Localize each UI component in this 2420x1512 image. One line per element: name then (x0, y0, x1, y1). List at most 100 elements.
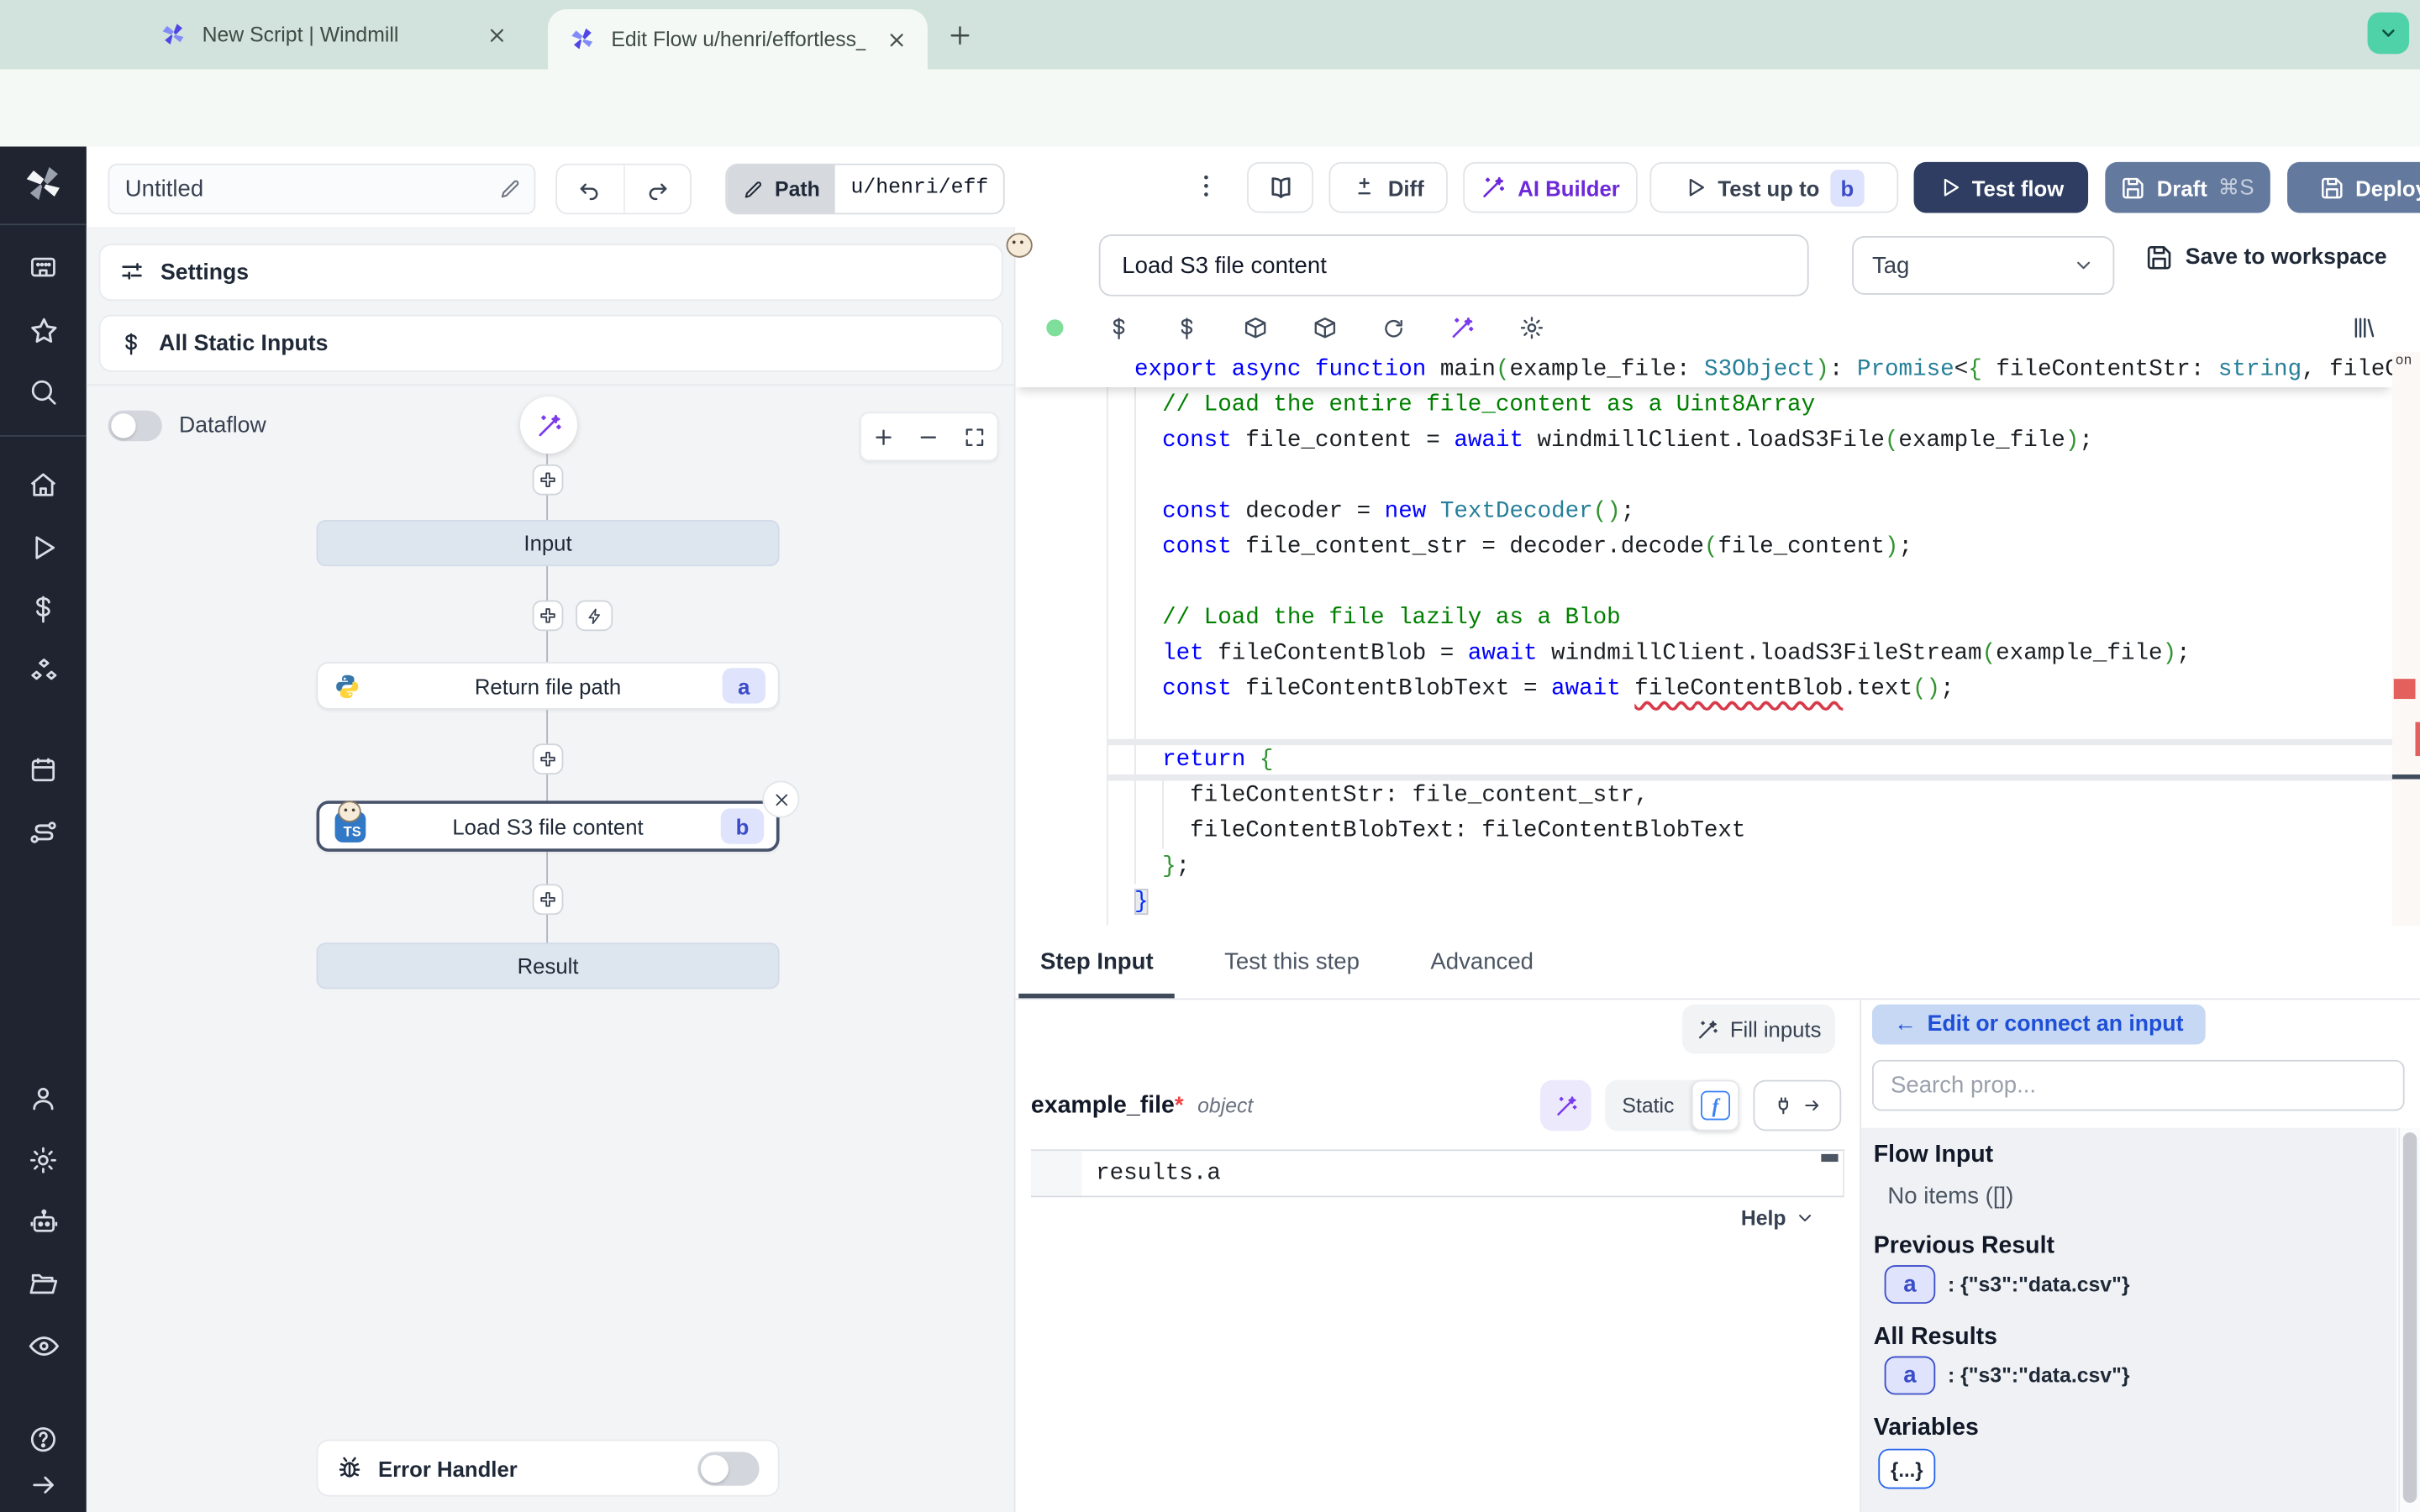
expression-scrollbar[interactable] (1821, 1154, 1838, 1162)
windmill-logo[interactable] (23, 164, 65, 206)
more-options-icon[interactable] (1192, 171, 1221, 201)
audit-eye-icon[interactable] (15, 1315, 71, 1376)
new-tab-button[interactable] (941, 17, 978, 54)
tab-search-button[interactable] (2368, 13, 2410, 55)
all-static-inputs-row[interactable]: All Static Inputs (99, 315, 1003, 372)
panel-scrollbar[interactable] (2398, 1128, 2420, 1512)
variables-dollar-icon[interactable] (1107, 316, 1131, 340)
code-line[interactable]: const file_content = await windmillClien… (1016, 423, 2392, 458)
expression-value[interactable]: results.a (1082, 1151, 1221, 1195)
fill-inputs-button[interactable]: Fill inputs (1682, 1005, 1835, 1054)
browser-tab-edit-flow[interactable]: Edit Flow u/henri/effortless_fl (548, 9, 928, 70)
tab-close-icon[interactable] (881, 24, 913, 55)
folders-icon[interactable] (15, 1252, 71, 1314)
tag-select[interactable]: Tag (1852, 236, 2114, 295)
deploy-button[interactable]: Deploy (2287, 162, 2420, 213)
apps-icon[interactable] (15, 238, 71, 299)
edit-or-connect-button[interactable]: ← Edit or connect an input (1872, 1005, 2206, 1045)
expression-editor[interactable]: results.a (1031, 1149, 1844, 1197)
save-to-workspace-button[interactable]: Save to workspace (2145, 244, 2387, 271)
reset-icon[interactable] (1381, 316, 1406, 340)
zoom-in-icon[interactable] (872, 425, 896, 449)
fit-view-icon[interactable] (963, 425, 986, 449)
flow-name-input[interactable] (109, 176, 498, 202)
add-step-button[interactable] (533, 465, 564, 496)
draft-button[interactable]: Draft ⌘S (2105, 162, 2270, 213)
resources-cubes-icon[interactable] (15, 640, 71, 701)
schedules-calendar-icon[interactable] (15, 739, 71, 801)
editor-settings-gear-icon[interactable] (1518, 315, 1544, 341)
previous-result-value[interactable]: : {"s3":"data.csv"} (1948, 1273, 2130, 1296)
code-line[interactable] (1016, 706, 2392, 742)
code-line[interactable] (1016, 459, 2392, 494)
code-line[interactable]: }; (1016, 848, 2392, 884)
flow-name-field[interactable] (108, 164, 536, 215)
flow-settings-row[interactable]: Settings (99, 244, 1003, 301)
add-trigger-button[interactable] (576, 600, 613, 631)
dataflow-toggle[interactable] (108, 411, 162, 442)
search-prop-field[interactable] (1872, 1060, 2405, 1111)
library-icon[interactable] (2350, 315, 2376, 341)
ai-builder-button[interactable]: AI Builder (1463, 162, 1638, 213)
input-node[interactable]: Input (317, 520, 780, 566)
step-name-field[interactable] (1099, 234, 1809, 296)
code-editor[interactable]: export async function main(example_file:… (1016, 352, 2420, 926)
package-icon[interactable] (1312, 315, 1338, 341)
path-value[interactable]: u/henri/eff (835, 165, 1003, 213)
tab-test-this-step[interactable]: Test this step (1200, 926, 1385, 998)
result-badge-a[interactable]: a (1885, 1265, 1936, 1304)
docs-button[interactable] (1247, 162, 1313, 213)
tab-advanced[interactable]: Advanced (1406, 926, 1558, 998)
remove-step-button[interactable] (762, 780, 799, 817)
code-line[interactable]: fileContentStr: file_content_str, (1016, 778, 2392, 813)
code-line[interactable] (1016, 564, 2392, 600)
settings-gear-icon[interactable] (15, 1129, 71, 1190)
diff-button[interactable]: Diff (1328, 162, 1447, 213)
scrollbar-thumb[interactable] (2403, 1132, 2417, 1503)
result-node[interactable]: Result (317, 942, 780, 989)
minimap[interactable]: on (2392, 352, 2420, 926)
code-line[interactable]: const fileContentBlobText = await fileCo… (1016, 671, 2392, 706)
resources-dollar-icon[interactable] (1175, 316, 1199, 340)
ai-fill-argument-button[interactable] (1540, 1080, 1591, 1131)
redo-button[interactable] (623, 165, 690, 213)
workers-robot-icon[interactable] (15, 1191, 71, 1252)
add-step-button[interactable] (533, 884, 564, 915)
error-handler-row[interactable]: Error Handler (317, 1440, 780, 1497)
home-icon[interactable] (15, 455, 71, 517)
all-results-value[interactable]: : {"s3":"data.csv"} (1948, 1364, 2130, 1388)
step-a-node[interactable]: Return file path a (317, 662, 780, 710)
variables-badge[interactable]: {...} (1878, 1449, 1935, 1489)
test-flow-button[interactable]: Test flow (1914, 162, 2089, 213)
code-line[interactable]: return { (1016, 742, 2392, 777)
result-badge-a[interactable]: a (1885, 1356, 1936, 1394)
search-prop-input[interactable] (1874, 1073, 2403, 1099)
error-handler-toggle[interactable] (697, 1451, 759, 1484)
tab-step-input[interactable]: Step Input (1016, 926, 1178, 998)
code-line[interactable]: let fileContentBlob = await windmillClie… (1016, 636, 2392, 671)
favorites-star-icon[interactable] (15, 299, 71, 360)
static-toggle-group[interactable]: Static f (1605, 1080, 1738, 1131)
add-step-button[interactable] (533, 600, 564, 631)
collapse-arrow-icon[interactable] (15, 1462, 71, 1505)
ai-wand-icon[interactable] (1449, 315, 1476, 341)
zoom-out-icon[interactable] (918, 425, 941, 449)
browser-tab-new-script[interactable]: New Script | Windmill (139, 0, 528, 70)
runs-play-icon[interactable] (15, 517, 71, 578)
minimap-slider[interactable] (2392, 774, 2420, 780)
step-b-node-selected[interactable]: TS Load S3 file content b (317, 801, 780, 852)
javascript-expression-toggle[interactable]: f (1691, 1080, 1739, 1131)
test-up-to-button[interactable]: Test up to b (1649, 162, 1898, 213)
tab-close-icon[interactable] (481, 19, 513, 50)
undo-button[interactable] (557, 165, 623, 213)
help-icon[interactable] (15, 1416, 71, 1462)
code-line[interactable]: // Load the file lazily as a Blob (1016, 600, 2392, 635)
package-icon[interactable] (1243, 315, 1269, 341)
code-line[interactable]: } (1016, 884, 2392, 919)
help-toggle[interactable]: Help (1741, 1206, 1816, 1230)
ai-flow-wand-button[interactable] (520, 396, 577, 454)
users-icon[interactable] (15, 1068, 71, 1129)
code-line[interactable]: fileContentBlobText: fileContentBlobText (1016, 813, 2392, 848)
edit-pencil-icon[interactable] (498, 177, 522, 201)
routes-icon[interactable] (15, 801, 71, 862)
